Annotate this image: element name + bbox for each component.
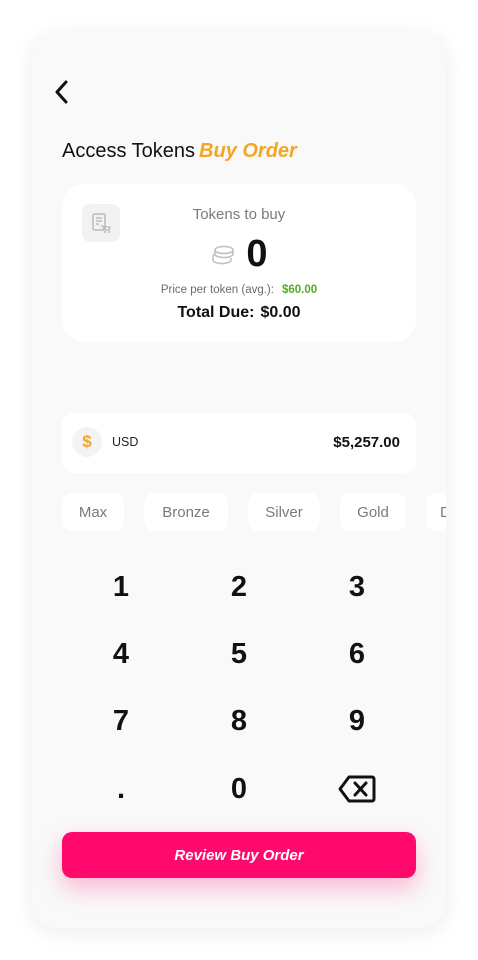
title-prefix: Access Tokens [62,140,196,162]
numeric-keypad: 1 2 3 4 5 6 7 8 9 . 0 [62,554,416,826]
key-2[interactable]: 2 [180,554,298,620]
tokens-amount: 0 [246,233,268,275]
title-accent: Buy Order [199,140,297,162]
phone-screen: Access TokensBuy Order Tokens to buy 0 [32,32,446,928]
key-4[interactable]: 4 [62,621,180,687]
chip-gold[interactable]: Gold [340,493,406,531]
total-value: $0.00 [260,304,301,321]
tokens-label: Tokens to buy [192,206,286,223]
tokens-amount-row: 0 [62,232,416,276]
balance-row: $ USD $5,257.00 [62,413,416,473]
chip-silver[interactable]: Silver [248,493,320,531]
key-decimal[interactable]: . [62,756,180,822]
chip-d[interactable]: D [426,493,446,531]
coins-icon [212,245,235,265]
key-1[interactable]: 1 [62,554,180,620]
total-due: Total Due: $0.00 [62,304,416,322]
review-buy-order-button[interactable]: Review Buy Order [62,832,416,878]
currency-label: USD [112,435,139,449]
key-9[interactable]: 9 [298,688,416,754]
back-button[interactable] [48,76,76,108]
total-label: Total Due: [177,304,255,321]
price-per-token: Price per token (avg.): $60.00 [62,284,416,296]
price-label: Price per token (avg.): [160,284,274,296]
price-value: $60.00 [281,284,318,296]
preset-chips: Max Bronze Silver Gold D [62,493,446,531]
key-3[interactable]: 3 [298,554,416,620]
dollar-icon: $ [72,427,102,457]
page-title: Access Tokens Buy Order [62,140,297,163]
key-7[interactable]: 7 [62,688,180,754]
chip-max[interactable]: Max [62,493,124,531]
chevron-left-icon [55,80,68,104]
balance-amount: $5,257.00 [333,434,400,451]
backspace-key[interactable] [298,756,416,822]
key-5[interactable]: 5 [180,621,298,687]
token-card: Tokens to buy 0 Price per token (avg.): $… [62,184,416,342]
backspace-icon [338,775,376,803]
key-0[interactable]: 0 [180,756,298,822]
key-8[interactable]: 8 [180,688,298,754]
chip-bronze[interactable]: Bronze [144,493,228,531]
key-6[interactable]: 6 [298,621,416,687]
